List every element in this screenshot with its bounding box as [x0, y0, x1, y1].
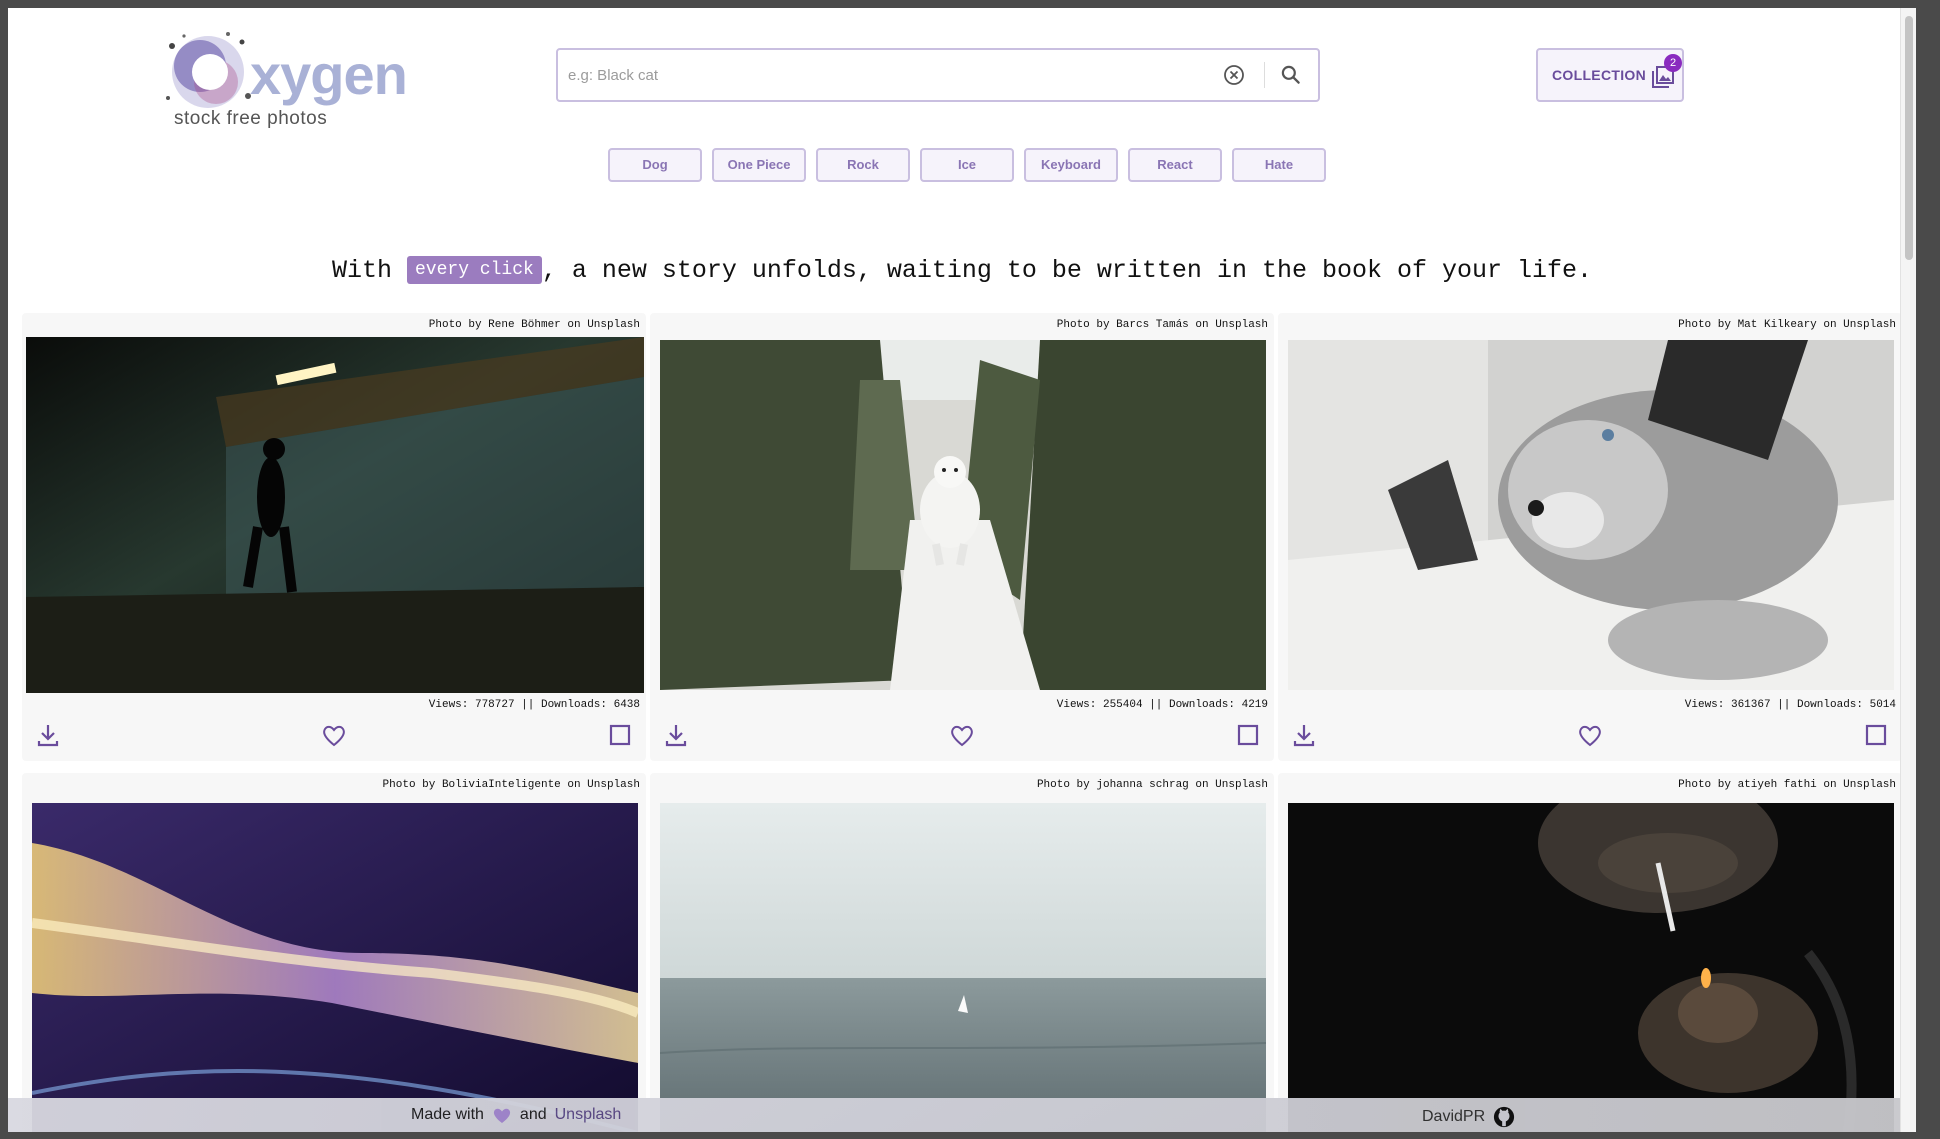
photo-stats: Views: 778727 || Downloads: 6438: [428, 699, 640, 711]
checkbox-icon[interactable]: [606, 721, 634, 749]
logo-text: xygen: [250, 43, 408, 106]
heart-icon: [493, 1108, 511, 1123]
photo-image[interactable]: [660, 340, 1266, 690]
photo-credit[interactable]: Photo by Mat Kilkeary on Unsplash: [1678, 319, 1896, 331]
photo-stats: Views: 361367 || Downloads: 5014: [1684, 699, 1896, 711]
logo[interactable]: xygen stock free photos: [158, 20, 408, 140]
photo-credit[interactable]: Photo by Rene Böhmer on Unsplash: [429, 319, 640, 331]
tagline-after: , a new story unfolds, waiting to be wri…: [541, 256, 1592, 285]
photo-credit[interactable]: Photo by atiyeh fathi on Unsplash: [1678, 779, 1896, 791]
search-bar: [556, 48, 1320, 102]
tag-dog[interactable]: Dog: [608, 148, 702, 182]
photo-credit[interactable]: Photo by Barcs Tamás on Unsplash: [1057, 319, 1268, 331]
tag-hate[interactable]: Hate: [1232, 148, 1326, 182]
github-icon: [1494, 1106, 1515, 1128]
photo-image[interactable]: [660, 803, 1266, 1132]
tag-ice[interactable]: Ice: [920, 148, 1014, 182]
photo-credit[interactable]: Photo by johanna schrag on Unsplash: [1037, 779, 1268, 791]
search-divider: [1264, 62, 1265, 88]
heart-icon[interactable]: [320, 721, 348, 749]
clear-circle-icon[interactable]: [1222, 63, 1246, 87]
photo-stats: Views: 255404 || Downloads: 4219: [1056, 699, 1268, 711]
footer-made-with: Made with: [411, 1106, 484, 1123]
collection-label: COLLECTION: [1552, 67, 1646, 83]
photo-credit[interactable]: Photo by BoliviaInteligente on Unsplash: [383, 779, 640, 791]
unsplash-link[interactable]: Unsplash: [555, 1106, 622, 1124]
tag-one-piece[interactable]: One Piece: [712, 148, 806, 182]
tagline-before: With: [331, 256, 407, 285]
photo-image[interactable]: [26, 337, 644, 693]
checkbox-icon[interactable]: [1234, 721, 1262, 749]
tag-keyboard[interactable]: Keyboard: [1024, 148, 1118, 182]
photo-card: Photo by Rene Böhmer on Unsplash Views: …: [22, 313, 646, 761]
checkbox-icon[interactable]: [1862, 721, 1890, 749]
author-link[interactable]: DavidPR: [1422, 1106, 1515, 1128]
photo-card: Photo by Barcs Tamás on Unsplash Views: …: [650, 313, 1274, 761]
search-input[interactable]: [568, 62, 1208, 88]
footer-credits: Made with and Unsplash: [411, 1106, 621, 1124]
logo-subtitle: stock free photos: [174, 108, 328, 129]
browser-viewport: xygen stock free photos COLLECTION 2 Dog…: [8, 8, 1916, 1132]
photo-image[interactable]: [1288, 803, 1894, 1132]
download-icon[interactable]: [1290, 721, 1318, 749]
photo-card: Photo by Mat Kilkeary on Unsplash Views:…: [1278, 313, 1902, 761]
footer: Made with and Unsplash DavidPR: [8, 1098, 1900, 1132]
tag-list: Dog One Piece Rock Ice Keyboard React Ha…: [608, 148, 1326, 182]
logo-splash-icon: [166, 32, 251, 108]
page-scrollbar[interactable]: [1900, 8, 1916, 1132]
collection-button[interactable]: COLLECTION 2: [1536, 48, 1684, 102]
collection-count-badge: 2: [1664, 54, 1682, 72]
heart-icon[interactable]: [948, 721, 976, 749]
tag-react[interactable]: React: [1128, 148, 1222, 182]
download-icon[interactable]: [662, 721, 690, 749]
tagline: With every click, a new story unfolds, w…: [8, 256, 1916, 285]
photo-card: Photo by johanna schrag on Unsplash: [650, 773, 1274, 1132]
tag-rock[interactable]: Rock: [816, 148, 910, 182]
footer-and: and: [519, 1106, 547, 1123]
photo-card: Photo by BoliviaInteligente on Unsplash: [22, 773, 646, 1132]
scrollbar-thumb[interactable]: [1905, 16, 1913, 260]
heart-icon[interactable]: [1576, 721, 1604, 749]
download-icon[interactable]: [34, 721, 62, 749]
author-name: DavidPR: [1422, 1108, 1486, 1125]
photo-card: Photo by atiyeh fathi on Unsplash: [1278, 773, 1902, 1132]
search-icon[interactable]: [1278, 62, 1304, 88]
tagline-highlight: every click: [407, 256, 542, 284]
photo-image[interactable]: [32, 803, 638, 1132]
photo-image[interactable]: [1288, 340, 1894, 690]
